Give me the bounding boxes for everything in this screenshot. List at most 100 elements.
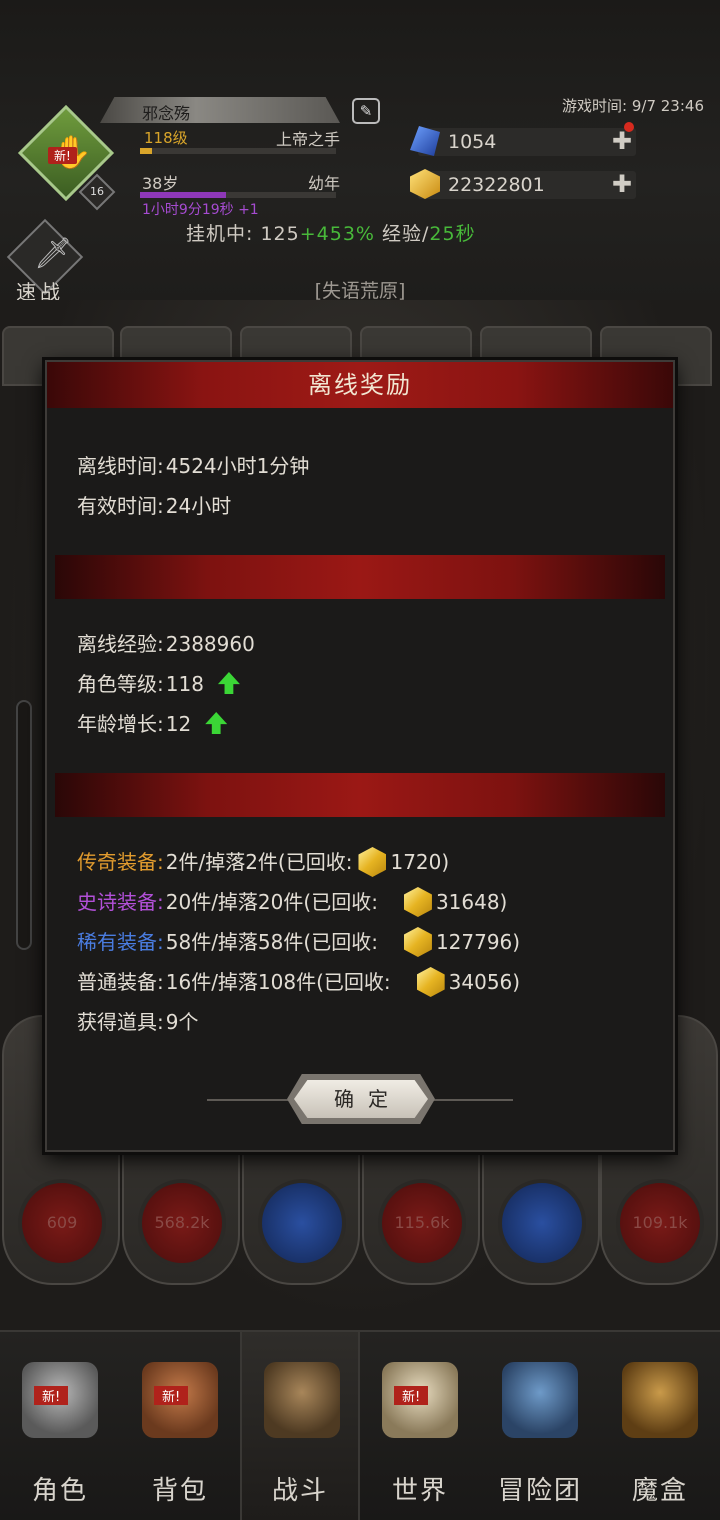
section-divider [55, 555, 665, 599]
exp-row: 离线经验: 2388960 [77, 628, 255, 656]
bottom-nav: 新! 角色 新! 背包 战斗 新! 世界 冒险团 魔盒 [0, 1330, 720, 1520]
char-level-row: 角色等级: 118 [77, 668, 240, 696]
offline-reward-dialog: 离线奖励 离线时间: 4524小时1分钟 有效时间: 24小时 离线经验: 23889… [45, 360, 675, 1152]
epic-equip-row: 史诗装备: 20件/掉落20件(已回收: 31648) [77, 886, 508, 917]
new-badge: 新! [394, 1386, 429, 1405]
effective-time-row: 有效时间: 24小时 [77, 490, 231, 518]
exp-value: 2388960 [165, 632, 255, 656]
common-equip-row: 普通装备: 16件/掉落108件(已回收: 34056) [77, 966, 521, 997]
nav-label: 背包 [151, 1476, 208, 1506]
age-bar [140, 192, 336, 198]
exp-label: 离线经验: [77, 632, 164, 656]
offline-time-label: 离线时间: [77, 454, 164, 478]
sword-icon: 🗡 [34, 236, 73, 271]
player-title: 上帝之手 [275, 130, 340, 149]
common-equip-label: 普通装备: [77, 970, 164, 994]
level-up-arrow-icon [217, 672, 240, 694]
nav-label: 冒险团 [497, 1476, 582, 1506]
char-level-label: 角色等级: [77, 672, 164, 696]
skill-value: 109.1k [632, 1213, 688, 1232]
add-diamond-button[interactable]: ✚ [612, 129, 632, 153]
nav-backpack[interactable]: 新! 背包 [120, 1332, 240, 1520]
idle-bonus: +453% [299, 223, 375, 245]
dialog-title: 离线奖励 [308, 371, 412, 399]
age-stage: 幼年 [307, 174, 340, 193]
legend-equip-label: 传奇装备: [77, 850, 164, 874]
add-gold-button[interactable]: ✚ [612, 172, 632, 196]
gold-counter: 22322801 ✚ [410, 169, 636, 199]
stage-progress-bar [16, 700, 32, 950]
player-avatar[interactable]: ✋ 新! 16 [17, 104, 116, 211]
common-gold: 34056) [448, 970, 521, 994]
epic-equip-value: 20件/掉落20件(已回收: [165, 890, 378, 914]
items-value: 9个 [165, 1010, 199, 1034]
legend-gold: 1720) [390, 850, 450, 874]
nav-magic-box[interactable]: 魔盒 [600, 1332, 720, 1520]
new-badge: 新! [154, 1386, 189, 1405]
notification-dot [624, 122, 634, 132]
legend-equip-row: 传奇装备: 2件/掉落2件(已回收: 1720) [77, 846, 450, 877]
skill-value: 568.2k [154, 1213, 210, 1232]
level-row: 118级 上帝之手 [140, 126, 340, 150]
location-name: [失语荒原] [314, 280, 406, 302]
section-divider [55, 773, 665, 817]
dialog-title-bar: 离线奖励 [47, 362, 673, 408]
new-badge: 新! [48, 147, 77, 164]
skill-orb: 609 [18, 1179, 106, 1267]
rare-equip-label: 稀有装备: [77, 930, 164, 954]
age-bar-fill [140, 192, 227, 198]
name-plate: 邪念殇 [100, 97, 340, 123]
legend-equip-value: 2件/掉落2件(已回收: [165, 850, 353, 874]
skill-orb: 109.1k [616, 1179, 704, 1267]
epic-equip-label: 史诗装备: [77, 890, 164, 914]
magic-box-icon [622, 1362, 698, 1438]
items-label: 获得道具: [77, 1010, 164, 1034]
gold-coin-icon [416, 967, 445, 997]
nav-world[interactable]: 新! 世界 [360, 1332, 480, 1520]
player-level: 118级 [144, 129, 188, 147]
idle-interval: 25秒 [429, 223, 476, 245]
gold-coin-icon [403, 887, 432, 917]
nav-guild[interactable]: 冒险团 [480, 1332, 600, 1520]
diamond-value: 1054 [448, 131, 497, 153]
items-row: 获得道具: 9个 [77, 1006, 198, 1034]
confirm-label: 确定 [334, 1087, 402, 1111]
nav-battle[interactable]: 战斗 [240, 1332, 360, 1520]
sword-skill-icon [258, 1179, 346, 1267]
nav-character[interactable]: 新! 角色 [0, 1332, 120, 1520]
diamond-counter: 1054 ✚ [410, 122, 636, 156]
epic-gold: 31648) [435, 890, 508, 914]
nav-label: 世界 [391, 1476, 448, 1506]
new-badge: 新! [34, 1386, 69, 1405]
idle-base: 挂机中: 125 [186, 223, 300, 245]
nav-label: 魔盒 [631, 1476, 688, 1506]
exp-bar-fill [140, 148, 152, 154]
idle-status: 挂机中: 125+453% 经验/25秒 [186, 219, 476, 246]
nav-label: 战斗 [271, 1476, 328, 1506]
age-row: 38岁 幼年 [140, 170, 340, 194]
skill-value: 115.6k [394, 1213, 450, 1232]
rare-equip-value: 58件/掉落58件(已回收: [165, 930, 378, 954]
player-age: 38岁 [142, 174, 179, 193]
age-growth-label: 年龄增长: [77, 712, 164, 736]
skill-orb: 115.6k [378, 1179, 466, 1267]
status-header: ✋ 新! 16 邪念殇 ✎ 118级 上帝之手 38岁 幼年 1小时9分19秒 … [0, 0, 720, 304]
age-growth-row: 年龄增长: 12 [77, 708, 228, 736]
game-time: 游戏时间: 9/7 23:46 [562, 97, 704, 115]
confirm-button[interactable]: 确定 [294, 1080, 428, 1118]
gold-value: 22322801 [448, 174, 545, 196]
idle-exp-label: 经验/ [374, 223, 430, 245]
castle-icon [502, 1362, 578, 1438]
skill-orb: 568.2k [138, 1179, 226, 1267]
shield-sword-icon [264, 1362, 340, 1438]
offline-time-row: 离线时间: 4524小时1分钟 [77, 450, 309, 478]
effective-time-value: 24小时 [165, 494, 232, 518]
skill-value: 609 [46, 1213, 78, 1232]
age-growth-value: 12 [165, 712, 192, 736]
effective-time-label: 有效时间: [77, 494, 164, 518]
edit-name-icon[interactable]: ✎ [352, 98, 380, 124]
char-level-value: 118 [165, 672, 204, 696]
lotus-skill-icon [498, 1179, 586, 1267]
age-timer: 1小时9分19秒 +1 [142, 202, 259, 218]
exp-bar [140, 148, 336, 154]
